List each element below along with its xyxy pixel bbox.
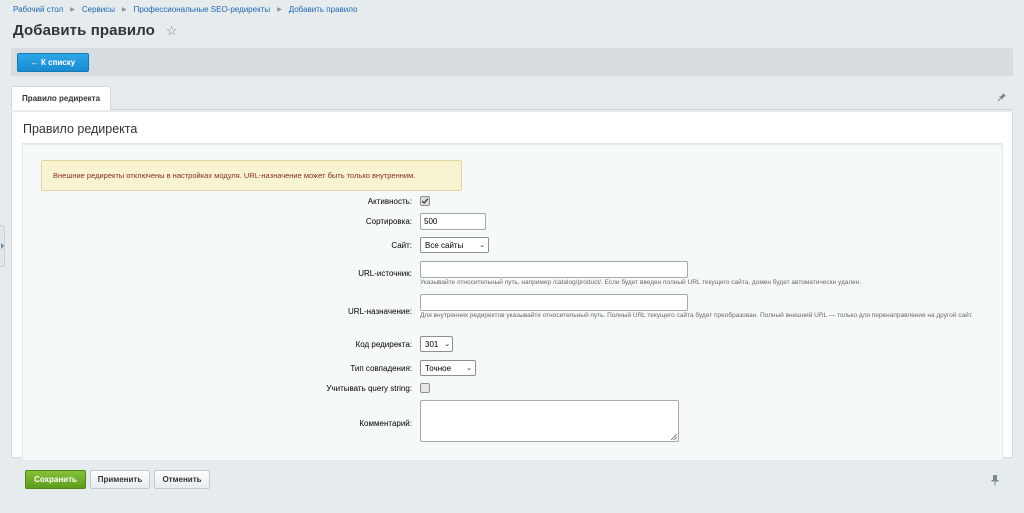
- breadcrumb-item-desktop[interactable]: Рабочий стол: [13, 5, 63, 14]
- toolbar: ← К списку: [11, 48, 1013, 76]
- match-type-select[interactable]: Точное ⌄: [420, 360, 476, 376]
- tab-redirect-rule[interactable]: Правило редиректа: [11, 86, 111, 110]
- match-type-label: Тип совпадения:: [350, 364, 412, 373]
- source-url-input[interactable]: [420, 261, 688, 278]
- pin-icon[interactable]: [990, 474, 1000, 486]
- source-url-label: URL-источник:: [358, 269, 412, 278]
- chevron-down-icon: ⌄: [479, 242, 485, 249]
- side-panel-toggle[interactable]: [0, 225, 5, 267]
- page-title: Добавить правило: [13, 22, 155, 39]
- target-url-label: URL-назначение:: [348, 307, 412, 316]
- back-to-list-button[interactable]: ← К списку: [17, 53, 89, 72]
- cancel-button[interactable]: Отменить: [154, 470, 210, 489]
- breadcrumb-item-services[interactable]: Сервисы: [82, 5, 115, 14]
- breadcrumb-separator-icon: ▶: [70, 7, 75, 13]
- edit-panel: Правило редиректа Внешние редиректы откл…: [11, 112, 1013, 461]
- sort-label: Сортировка:: [365, 217, 412, 226]
- target-url-hint: Для внутренних редиректов указывайте отн…: [420, 312, 973, 319]
- target-url-input[interactable]: [420, 294, 688, 311]
- breadcrumb: Рабочий стол ▶ Сервисы ▶ Профессиональны…: [13, 5, 357, 14]
- title-row: Добавить правило ☆: [13, 22, 178, 39]
- checkmark-icon: [421, 198, 429, 204]
- match-type-value: Точное: [425, 363, 452, 373]
- breadcrumb-separator-icon: ▶: [122, 7, 127, 13]
- tabs-bar: Правило редиректа: [11, 86, 1013, 110]
- panel-title: Правило редиректа: [23, 122, 138, 136]
- site-select[interactable]: Все сайты ⌄: [420, 237, 489, 253]
- active-label: Активность:: [367, 197, 412, 206]
- chevron-down-icon: ⌄: [466, 365, 472, 372]
- query-string-checkbox[interactable]: [420, 383, 430, 393]
- site-select-value: Все сайты: [425, 240, 464, 250]
- form-area: Внешние редиректы отключены в настройках…: [22, 144, 1003, 461]
- chevron-down-icon: ⌄: [444, 341, 451, 348]
- site-label: Сайт:: [391, 241, 412, 250]
- warning-alert: Внешние редиректы отключены в настройках…: [41, 160, 462, 191]
- pin-icon[interactable]: [997, 92, 1007, 102]
- comment-textarea[interactable]: [420, 400, 679, 442]
- redirect-code-select[interactable]: 301 ⌄: [420, 336, 453, 352]
- active-checkbox[interactable]: [420, 196, 430, 206]
- save-button[interactable]: Сохранить: [25, 470, 86, 489]
- redirect-code-value: 301: [425, 339, 439, 349]
- source-url-hint: Указывайте относительный путь, например …: [420, 279, 862, 286]
- query-string-label: Учитывать query string:: [326, 384, 412, 393]
- redirect-code-label: Код редиректа:: [355, 340, 412, 349]
- comment-label: Комментарий:: [359, 419, 412, 428]
- footer-actions: Сохранить Применить Отменить: [25, 470, 210, 489]
- resize-handle-icon[interactable]: [671, 434, 677, 440]
- sort-input[interactable]: 500: [420, 213, 486, 230]
- star-icon[interactable]: ☆: [166, 24, 178, 37]
- breadcrumb-item-current[interactable]: Добавить правило: [289, 5, 358, 14]
- breadcrumb-separator-icon: ▶: [277, 7, 282, 13]
- breadcrumb-item-seo-redirects[interactable]: Профессиональные SEO-редиректы: [134, 5, 270, 14]
- apply-button[interactable]: Применить: [90, 470, 150, 489]
